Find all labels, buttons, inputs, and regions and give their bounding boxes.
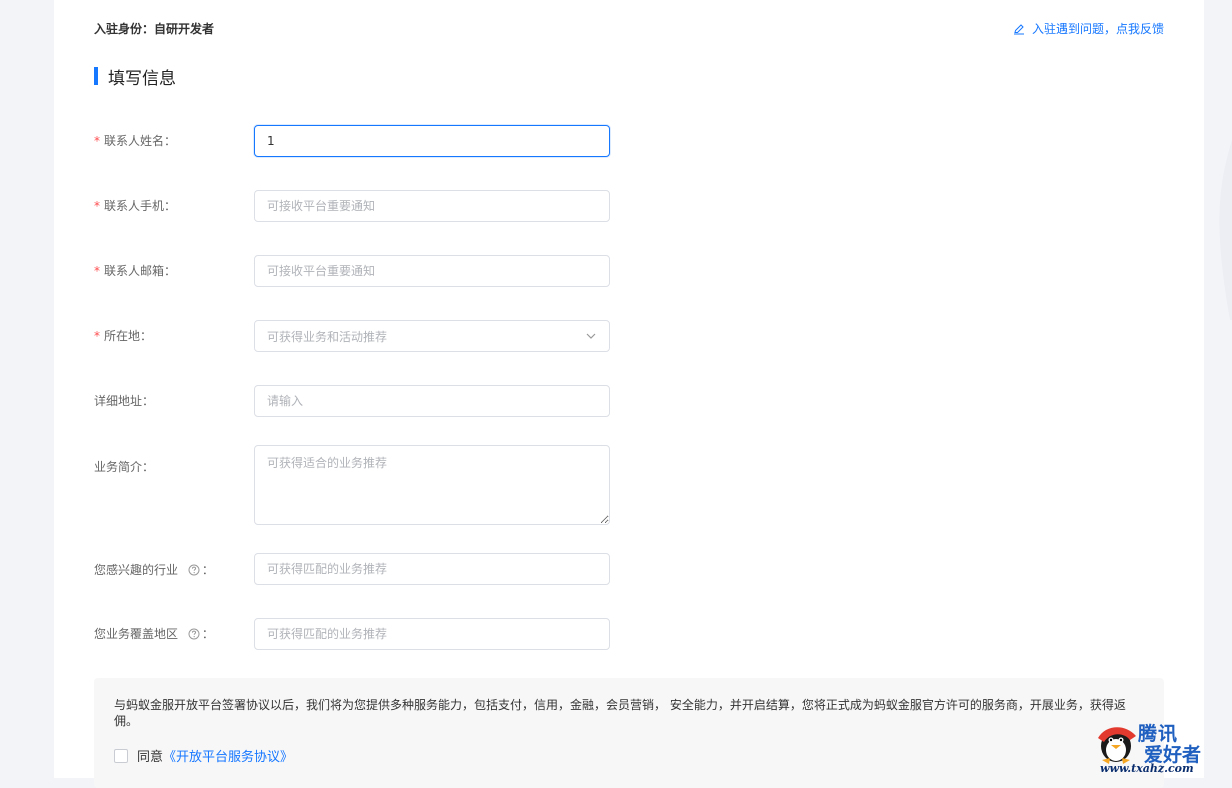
business-intro-label: 业务简介： [94, 460, 155, 474]
feedback-link-text[interactable]: 入驻遇到问题，点我反馈 [1032, 20, 1164, 37]
identity-label: 入驻身份：自研开发者 [94, 22, 215, 36]
address-label: 详细地址： [94, 394, 155, 408]
watermark-url: www.txahz.com [1100, 762, 1194, 775]
required-mark: * [94, 199, 100, 213]
coverage-input[interactable] [254, 618, 610, 650]
watermark: 腾讯 爱好者 www.txahz.com [1092, 716, 1232, 778]
industry-input[interactable] [254, 553, 610, 585]
industry-label: 您感兴趣的行业 ： [94, 563, 214, 577]
decorative-wave [1219, 140, 1232, 320]
penguin-logo-icon [1098, 727, 1136, 764]
required-mark: * [94, 329, 100, 343]
chevron-down-icon [586, 333, 596, 339]
agreement-text: 与蚂蚁金服开放平台签署协议以后，我们将为您提供多种服务能力，包括支付，信用，金融… [114, 698, 1126, 728]
agreement-panel: 与蚂蚁金服开放平台签署协议以后，我们将为您提供多种服务能力，包括支付，信用，金融… [94, 678, 1164, 788]
contact-name-label: * 联系人姓名： [94, 134, 177, 148]
section-title: 填写信息 [94, 65, 176, 89]
business-intro-textarea[interactable] [254, 445, 610, 525]
location-select[interactable]: 可获得业务和活动推荐 [254, 320, 610, 352]
feedback-link[interactable]: 入驻遇到问题，点我反馈 [1013, 20, 1164, 37]
location-select-placeholder: 可获得业务和活动推荐 [267, 329, 388, 344]
contact-phone-label: * 联系人手机： [94, 199, 177, 213]
address-input[interactable] [254, 385, 610, 417]
agree-checkbox[interactable] [114, 748, 128, 763]
help-icon[interactable] [188, 564, 200, 576]
section-title-text: 填写信息 [108, 68, 176, 89]
service-agreement-link[interactable]: 《开放平台服务协议》 [163, 746, 293, 765]
required-mark: * [94, 134, 100, 148]
contact-email-input[interactable] [254, 255, 610, 287]
location-label: * 所在地： [94, 329, 153, 343]
edit-icon [1013, 23, 1024, 34]
agree-row: 同意 《开放平台服务协议》 [114, 746, 293, 765]
section-accent-bar [94, 67, 98, 85]
coverage-label: 您业务覆盖地区 ： [94, 627, 214, 641]
help-icon[interactable] [188, 628, 200, 640]
contact-name-input[interactable] [254, 125, 610, 157]
required-mark: * [94, 264, 100, 278]
contact-email-label: * 联系人邮箱： [94, 264, 177, 278]
agree-label: 同意 [137, 750, 164, 765]
contact-phone-input[interactable] [254, 190, 610, 222]
form-card: 入驻身份：自研开发者 入驻遇到问题，点我反馈 填写信息 *联系人姓名： *联系人… [54, 0, 1204, 788]
